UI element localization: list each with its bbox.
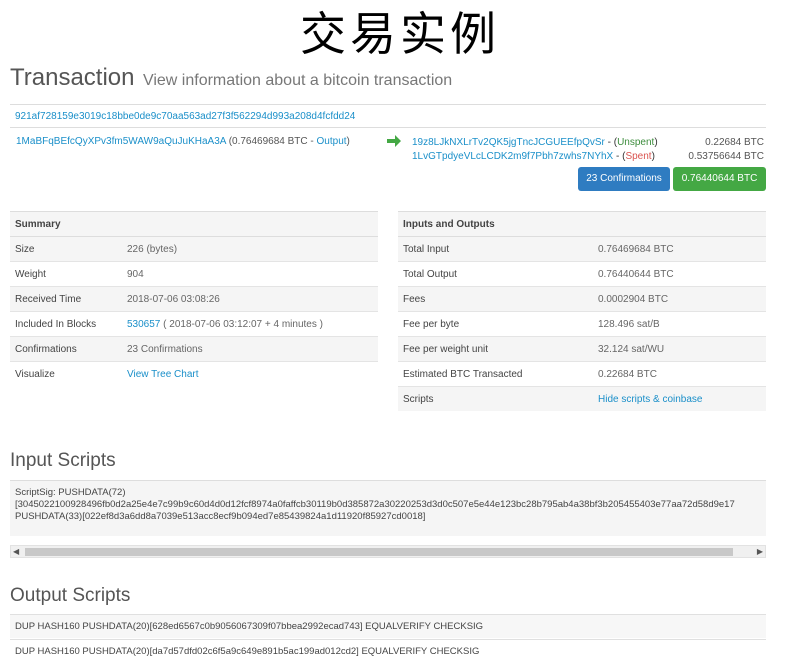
output-row: 1LvGTpdyeVLcLCDK2m9f7Pbh7zwhs7NYhX - (Sp… bbox=[412, 150, 764, 164]
banner-title: 交易实例 bbox=[300, 7, 500, 61]
output-address-link[interactable]: 1LvGTpdyeVLcLCDK2m9f7Pbh7zwhs7NYhX bbox=[412, 151, 613, 162]
output-status-unspent: Unspent bbox=[617, 137, 655, 148]
summary-table: Summary Size 226 (bytes) Weight 904 Rece… bbox=[10, 211, 378, 386]
row-label: Fee per weight unit bbox=[398, 336, 593, 362]
page-subtitle: View information about a bitcoin transac… bbox=[142, 72, 453, 89]
input-address-link[interactable]: 1MaBFqBEfcQyXPv3fm5WAW9aQuJuKHaA3A bbox=[16, 136, 226, 147]
row-label: Size bbox=[10, 236, 122, 262]
scroll-right-icon[interactable]: ▶ bbox=[757, 546, 763, 557]
confirmations-button[interactable]: 23 Confirmations bbox=[578, 167, 670, 191]
tx-hash-row: 921af728159e3019c18bbe0de9c70aa563ad27f3… bbox=[10, 104, 766, 128]
row-label: Fees bbox=[398, 286, 593, 312]
script-line: [3045022100928496fb0d2a25e4e7c99b9c60d4d… bbox=[15, 499, 735, 510]
row-label: Weight bbox=[10, 261, 122, 287]
page-header: Transaction View information about a bit… bbox=[10, 64, 452, 92]
output-value: 0.53756644 BTC bbox=[688, 151, 764, 162]
row-label: Total Input bbox=[398, 236, 593, 262]
inouts-heading: Inputs and Outputs bbox=[398, 211, 766, 237]
row-label: Estimated BTC Transacted bbox=[398, 361, 593, 387]
row-value: 32.124 sat/WU bbox=[593, 336, 766, 362]
total-value-button[interactable]: 0.76440644 BTC bbox=[673, 167, 766, 191]
output-scripts-title: Output Scripts bbox=[10, 585, 131, 606]
row-label: Received Time bbox=[10, 286, 122, 312]
output-row: 19z8LJkNXLrTv2QK5jgTncJCGUEEfpQvSr - (Un… bbox=[412, 136, 764, 150]
script-line: ScriptSig: PUSHDATA(72) bbox=[15, 487, 126, 498]
output-sep: - ( bbox=[613, 151, 626, 162]
row-value: 23 Confirmations bbox=[122, 336, 378, 362]
input-scripts-box: ScriptSig: PUSHDATA(72) [304502210092849… bbox=[10, 480, 766, 536]
input-amount: (0.76469684 BTC - bbox=[228, 136, 317, 147]
row-label: Scripts bbox=[398, 386, 593, 411]
page-title: Transaction bbox=[10, 64, 135, 91]
tx-hash-link[interactable]: 921af728159e3019c18bbe0de9c70aa563ad27f3… bbox=[15, 111, 355, 122]
tx-input: 1MaBFqBEfcQyXPv3fm5WAW9aQuJuKHaA3A (0.76… bbox=[16, 136, 350, 147]
horizontal-scrollbar[interactable]: ◀ ▶ bbox=[10, 545, 766, 558]
row-value: 128.496 sat/B bbox=[593, 311, 766, 337]
row-value: 0.0002904 BTC bbox=[593, 286, 766, 312]
row-value: 2018-07-06 03:08:26 bbox=[122, 286, 378, 312]
input-output-link[interactable]: Output bbox=[317, 136, 347, 147]
scrollbar-thumb[interactable] bbox=[25, 548, 733, 556]
block-time: ( 2018-07-06 03:12:07 + 4 minutes ) bbox=[160, 318, 323, 330]
row-label: Visualize bbox=[10, 361, 122, 386]
view-tree-chart-link[interactable]: View Tree Chart bbox=[127, 369, 199, 380]
input-close: ) bbox=[346, 136, 350, 147]
row-label: Total Output bbox=[398, 261, 593, 287]
output-script-line: DUP HASH160 PUSHDATA(20)[da7d57dfd02c6f5… bbox=[10, 639, 766, 663]
output-address-link[interactable]: 19z8LJkNXLrTv2QK5jgTncJCGUEEfpQvSr bbox=[412, 137, 605, 148]
block-cell: 530657 ( 2018-07-06 03:12:07 + 4 minutes… bbox=[122, 311, 378, 337]
output-value: 0.22684 BTC bbox=[705, 137, 764, 148]
visualize-cell: View Tree Chart bbox=[122, 361, 378, 386]
script-line: PUSHDATA(33)[022ef8d3a6dd8a7039e513acc8e… bbox=[15, 511, 426, 522]
output-status-spent: Spent bbox=[625, 151, 652, 162]
inputs-outputs-table: Inputs and Outputs Total Input 0.7646968… bbox=[398, 211, 766, 411]
row-value: 0.22684 BTC bbox=[593, 361, 766, 387]
output-sep: - ( bbox=[604, 137, 618, 148]
tx-outputs: 19z8LJkNXLrTv2QK5jgTncJCGUEEfpQvSr - (Un… bbox=[412, 136, 764, 164]
scripts-cell: Hide scripts & coinbase bbox=[593, 386, 766, 411]
output-script-line: DUP HASH160 PUSHDATA(20)[628ed6567c0b905… bbox=[10, 614, 766, 638]
output-close: ) bbox=[651, 151, 655, 162]
output-close: ) bbox=[654, 137, 658, 148]
summary-heading: Summary bbox=[10, 211, 378, 237]
scroll-left-icon[interactable]: ◀ bbox=[13, 546, 19, 557]
arrow-right-icon bbox=[387, 135, 401, 147]
hide-scripts-link[interactable]: Hide scripts & coinbase bbox=[598, 394, 703, 405]
row-value: 0.76469684 BTC bbox=[593, 236, 766, 262]
row-value: 0.76440644 BTC bbox=[593, 261, 766, 287]
block-link[interactable]: 530657 bbox=[127, 319, 160, 330]
row-value: 904 bbox=[122, 261, 378, 287]
row-value: 226 (bytes) bbox=[122, 236, 378, 262]
row-label: Included In Blocks bbox=[10, 311, 122, 337]
row-label: Fee per byte bbox=[398, 311, 593, 337]
input-scripts-title: Input Scripts bbox=[10, 450, 116, 471]
row-label: Confirmations bbox=[10, 336, 122, 362]
